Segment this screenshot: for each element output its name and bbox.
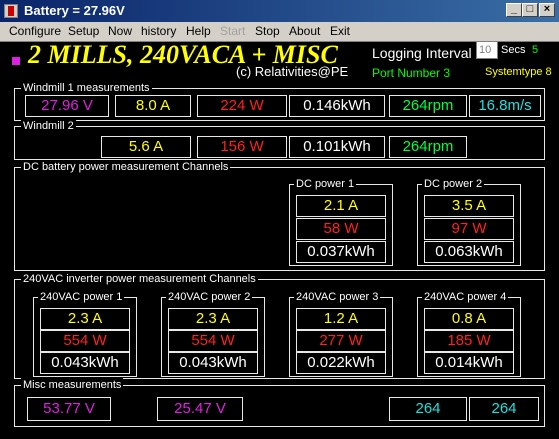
misc-count-1: 264 — [389, 397, 467, 421]
menu-now[interactable]: Now — [108, 24, 132, 38]
ac-channel-energy: 0.022kWh — [296, 352, 386, 374]
credit-text: (c) Relativities@PE — [236, 64, 349, 79]
misc-group-label: Misc measurements — [21, 378, 124, 392]
close-button[interactable]: × — [539, 3, 555, 17]
windmill1-group: Windmill 1 measurements 27.96 V 8.0 A 22… — [14, 81, 545, 121]
ac-group-label: 240VAC inverter power measurement Channe… — [21, 272, 258, 286]
ac-channel-power: 554 W — [40, 330, 130, 352]
menu-history[interactable]: history — [141, 24, 176, 38]
menu-exit[interactable]: Exit — [330, 24, 350, 38]
ac-channel-current: 2.3 A — [40, 308, 130, 330]
maximize-button[interactable]: □ — [522, 3, 538, 17]
ac-channel: 240VAC power 2 2.3 A 554 W 0.043kWh — [161, 290, 265, 377]
misc-voltage-2: 25.47 V — [157, 397, 243, 421]
ac-channel-label: 240VAC power 1 — [38, 290, 125, 304]
windmill2-energy: 0.101kWh — [289, 136, 385, 158]
app-window: Battery = 27.96V _ □ × Configure Setup N… — [0, 0, 559, 439]
ac-channel-energy: 0.043kWh — [168, 352, 258, 374]
windmill1-wind: 16.8m/s — [469, 95, 541, 117]
ac-channel-energy: 0.014kWh — [424, 352, 514, 374]
menu-configure[interactable]: Configure — [9, 24, 61, 38]
windmill1-rpm: 264rpm — [389, 95, 467, 117]
dc-channel-energy: 0.063kWh — [424, 241, 514, 263]
logging-interval-input[interactable] — [476, 41, 498, 59]
ac-channel-label: 240VAC power 4 — [422, 290, 509, 304]
dc-channel-current: 2.1 A — [296, 195, 386, 217]
ac-channel: 240VAC power 4 0.8 A 185 W 0.014kWh — [417, 290, 521, 377]
windmill1-label: Windmill 1 measurements — [21, 81, 152, 95]
dc-channel: DC power 1 2.1 A 58 W 0.037kWh — [289, 177, 393, 266]
windmill1-energy: 0.146kWh — [289, 95, 385, 117]
menu-setup[interactable]: Setup — [68, 24, 99, 38]
misc-voltage-1: 53.77 V — [27, 397, 111, 421]
menu-about[interactable]: About — [289, 24, 320, 38]
windmill1-power: 224 W — [197, 95, 287, 117]
logging-interval-label: Logging Interval — [372, 45, 472, 61]
dc-channel-power: 58 W — [296, 218, 386, 240]
systemtype-label: Systemtype 8 — [485, 66, 552, 78]
ac-channel-current: 0.8 A — [424, 308, 514, 330]
ac-channel-label: 240VAC power 2 — [166, 290, 253, 304]
windmill2-group: Windmill 2 5.6 A 156 W 0.101kWh 264rpm — [14, 119, 545, 160]
minimize-button[interactable]: _ — [506, 3, 522, 17]
dc-channel-power: 97 W — [424, 218, 514, 240]
title-bullet-icon — [12, 57, 20, 65]
ac-channel-power: 554 W — [168, 330, 258, 352]
windmill2-current: 5.6 A — [101, 136, 191, 158]
menu-stop[interactable]: Stop — [255, 24, 280, 38]
menu-bar: Configure Setup Now history Help Start S… — [0, 22, 559, 42]
ac-channel-power: 277 W — [296, 330, 386, 352]
windmill2-rpm: 264rpm — [389, 136, 467, 158]
ac-channel-current: 2.3 A — [168, 308, 258, 330]
dc-channel-energy: 0.037kWh — [296, 241, 386, 263]
windmill1-voltage: 27.96 V — [25, 95, 109, 117]
window-title: Battery = 27.96V — [24, 3, 125, 18]
dc-channel: DC power 2 3.5 A 97 W 0.063kWh — [417, 177, 521, 266]
dc-channel-label: DC power 1 — [294, 177, 357, 191]
ac-channel-label: 240VAC power 3 — [294, 290, 381, 304]
secs-label: Secs — [501, 44, 526, 56]
dc-channel-label: DC power 2 — [422, 177, 485, 191]
ac-channel-power: 185 W — [424, 330, 514, 352]
port-number-label: Port Number 3 — [372, 66, 451, 80]
menu-help[interactable]: Help — [186, 24, 211, 38]
ac-channel: 240VAC power 1 2.3 A 554 W 0.043kWh — [33, 290, 137, 377]
ac-group: 240VAC inverter power measurement Channe… — [14, 272, 545, 379]
misc-count-2: 264 — [469, 397, 539, 421]
ac-channel-energy: 0.043kWh — [40, 352, 130, 374]
ac-channel: 240VAC power 3 1.2 A 277 W 0.022kWh — [289, 290, 393, 377]
title-bar[interactable]: Battery = 27.96V _ □ × — [0, 0, 559, 22]
dc-group-label: DC battery power measurement Channels — [21, 160, 231, 174]
windmill1-current: 8.0 A — [115, 95, 191, 117]
dc-group: DC battery power measurement Channels DC… — [14, 160, 545, 271]
ac-channel-current: 1.2 A — [296, 308, 386, 330]
dc-channel-current: 3.5 A — [424, 195, 514, 217]
windmill2-power: 156 W — [197, 136, 287, 158]
menu-start[interactable]: Start — [220, 24, 245, 38]
battery-app-icon[interactable] — [4, 4, 18, 18]
secs-countdown: 5 — [532, 44, 539, 56]
misc-group: Misc measurements 53.77 V 25.47 V 264 26… — [14, 378, 545, 427]
windmill2-label: Windmill 2 — [21, 119, 76, 133]
